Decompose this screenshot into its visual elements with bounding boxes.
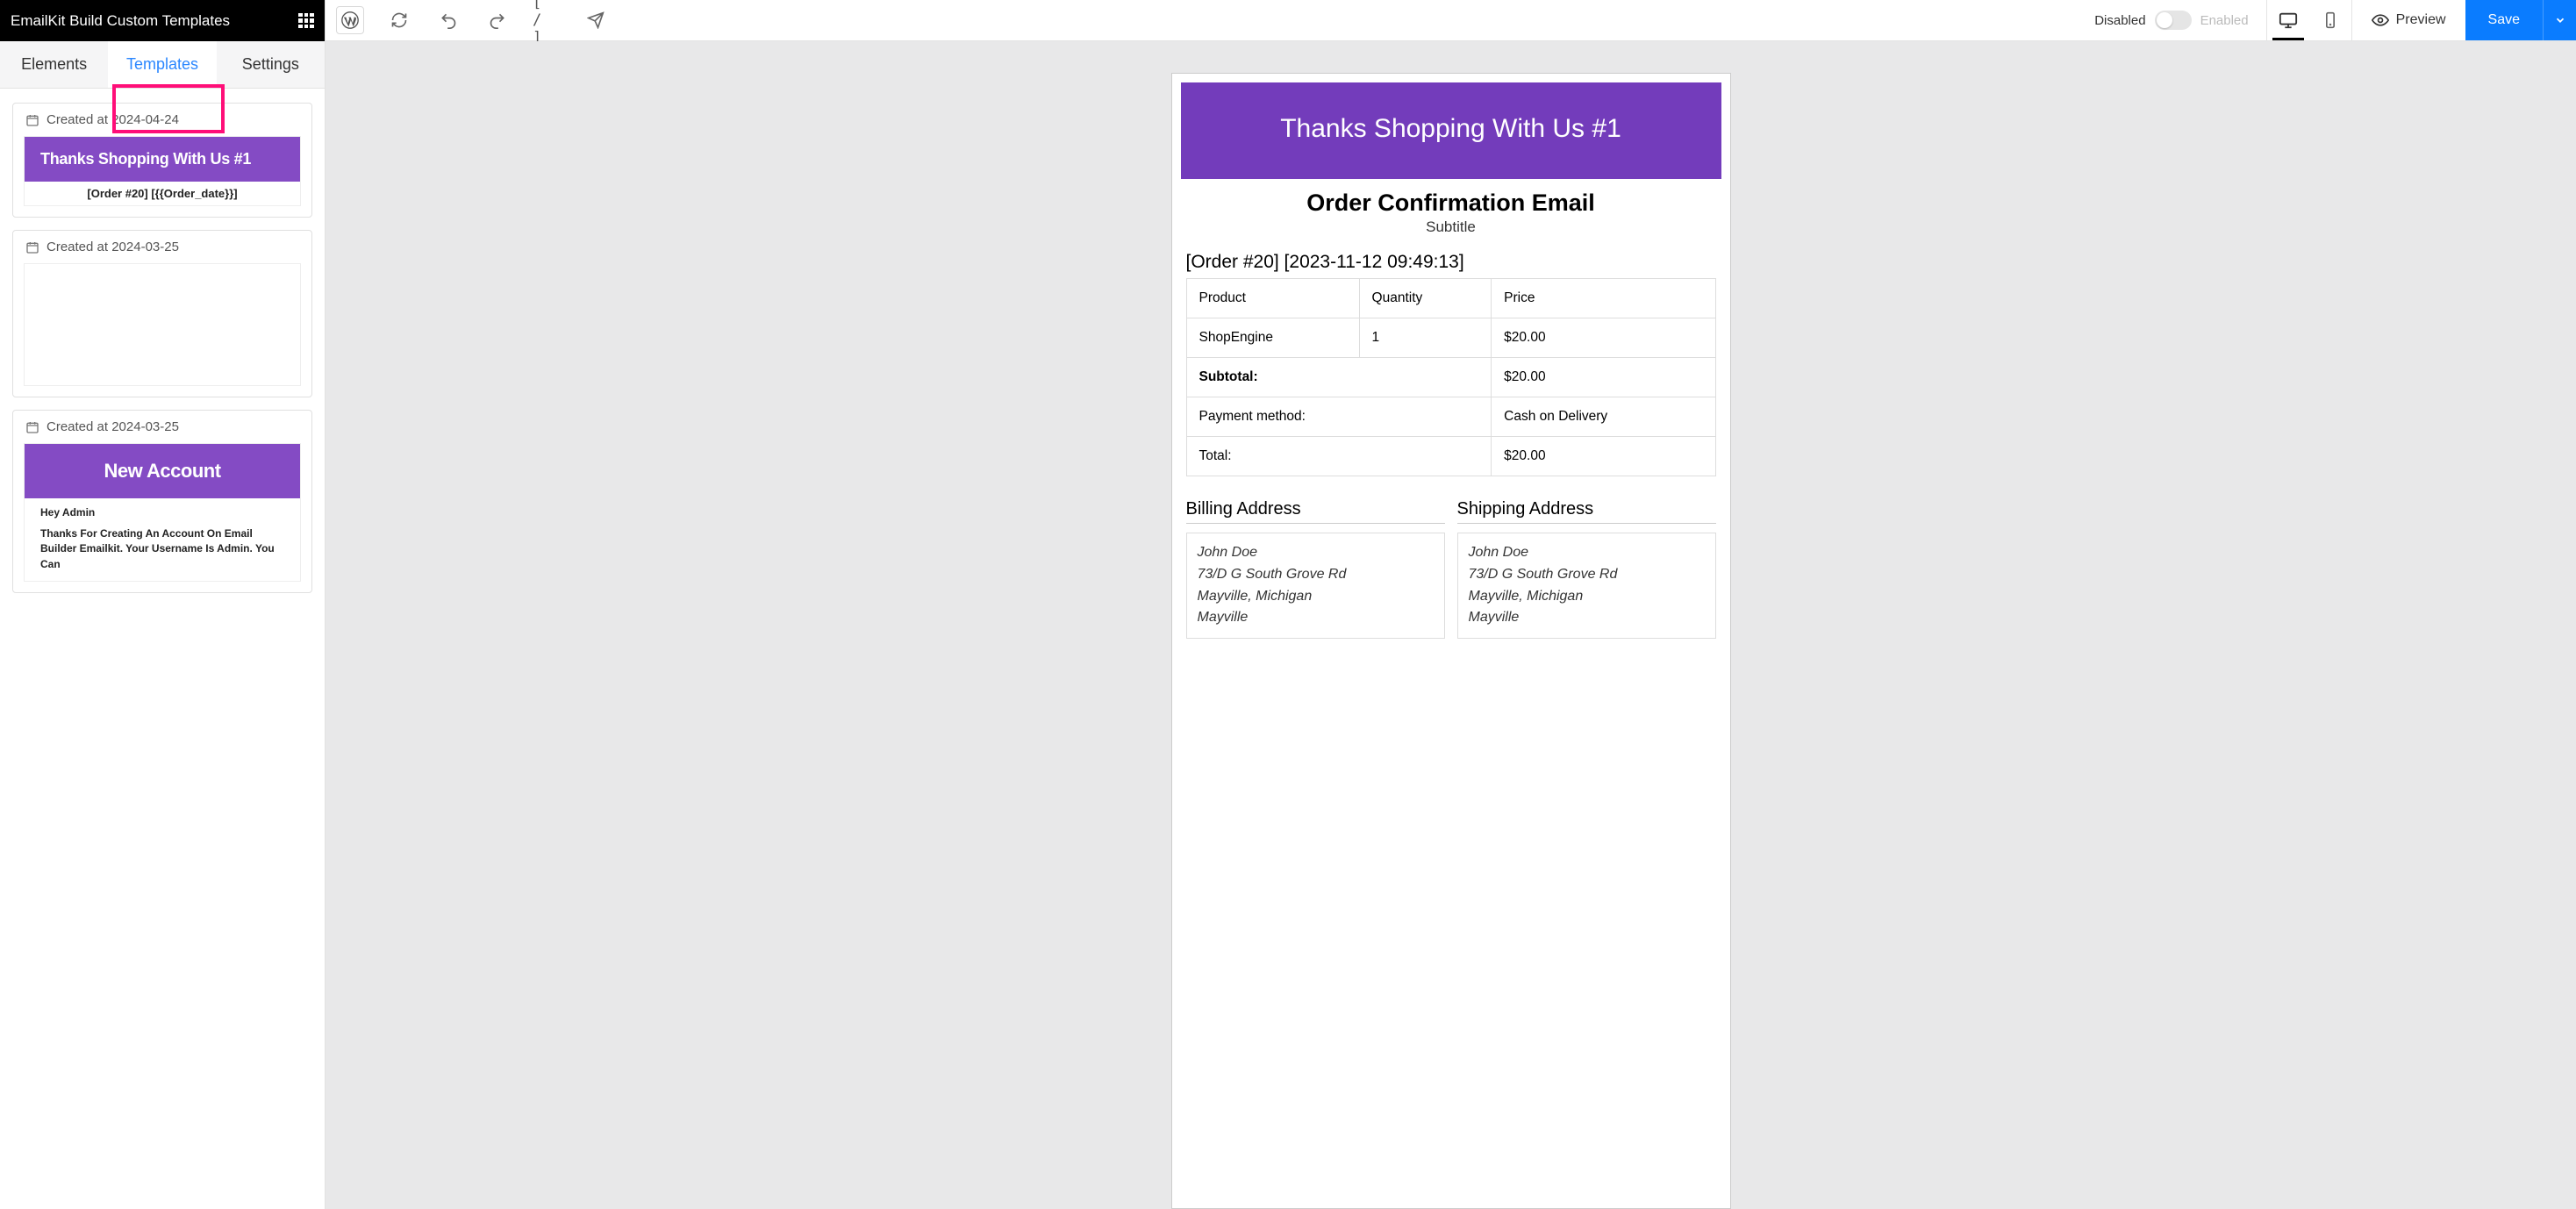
email-hero: Thanks Shopping With Us #1 <box>1199 114 1704 144</box>
tab-settings[interactable]: Settings <box>217 41 325 88</box>
desktop-view-button[interactable] <box>2267 0 2309 40</box>
shortcode-button[interactable]: [ / ] <box>533 6 561 34</box>
undo-icon[interactable] <box>434 6 462 34</box>
enabled-label: Enabled <box>2200 13 2249 28</box>
sidebar-tabs: Elements Templates Settings <box>0 41 325 89</box>
template-sub: [Order #20] [{{Order_date}}] <box>25 182 300 205</box>
tab-elements[interactable]: Elements <box>0 41 108 88</box>
grid-icon[interactable] <box>298 13 314 29</box>
disabled-label: Disabled <box>2094 13 2145 28</box>
template-card[interactable]: Created at 2024-03-25 New Account Hey Ad… <box>12 410 312 593</box>
template-body: Hey Admin Thanks For Creating An Account… <box>25 498 300 581</box>
refresh-icon[interactable] <box>385 6 413 34</box>
topbar: [ / ] Disabled Enabled Preview <box>326 0 2576 41</box>
calendar-icon <box>25 420 39 434</box>
canvas[interactable]: Thanks Shopping With Us #1 Order Confirm… <box>326 41 2576 1209</box>
created-label: Created at 2024-04-24 <box>47 112 179 127</box>
sidebar-header: EmailKit Build Custom Templates <box>0 0 325 41</box>
email-preview: Thanks Shopping With Us #1 Order Confirm… <box>1171 73 1731 1209</box>
order-table: Product Quantity Price ShopEngine 1 $20.… <box>1186 278 1716 476</box>
app-title: EmailKit Build Custom Templates <box>11 12 230 30</box>
email-title: Order Confirmation Email <box>1172 190 1730 217</box>
templates-list[interactable]: Created at 2024-04-24 Thanks Shopping Wi… <box>0 89 325 1209</box>
shipping-address: John Doe 73/D G South Grove Rd Mayville,… <box>1457 533 1716 639</box>
email-subtitle: Subtitle <box>1172 218 1730 236</box>
created-label: Created at 2024-03-25 <box>47 419 179 434</box>
toggle-switch[interactable] <box>2155 11 2192 30</box>
billing-address: John Doe 73/D G South Grove Rd Mayville,… <box>1186 533 1445 639</box>
send-icon[interactable] <box>582 6 610 34</box>
template-card[interactable]: Created at 2024-03-25 <box>12 230 312 397</box>
calendar-icon <box>25 113 39 127</box>
wordpress-icon[interactable] <box>336 6 364 34</box>
template-hero: New Account <box>25 444 300 498</box>
eye-icon <box>2372 11 2389 29</box>
save-dropdown[interactable] <box>2543 0 2576 40</box>
mobile-view-button[interactable] <box>2309 0 2351 40</box>
created-label: Created at 2024-03-25 <box>47 240 179 254</box>
shipping-heading: Shipping Address <box>1457 499 1716 524</box>
calendar-icon <box>25 240 39 254</box>
billing-heading: Billing Address <box>1186 499 1445 524</box>
redo-icon[interactable] <box>483 6 512 34</box>
save-button[interactable]: Save <box>2465 0 2543 40</box>
template-card[interactable]: Created at 2024-04-24 Thanks Shopping Wi… <box>12 103 312 218</box>
order-header: [Order #20] [2023-11-12 09:49:13] <box>1186 252 1716 273</box>
preview-button[interactable]: Preview <box>2351 0 2465 40</box>
template-hero: Thanks Shopping With Us #1 <box>25 137 300 182</box>
enabled-toggle[interactable]: Disabled Enabled <box>2094 11 2265 30</box>
tab-templates[interactable]: Templates <box>108 41 216 88</box>
chevron-down-icon <box>2554 14 2566 26</box>
